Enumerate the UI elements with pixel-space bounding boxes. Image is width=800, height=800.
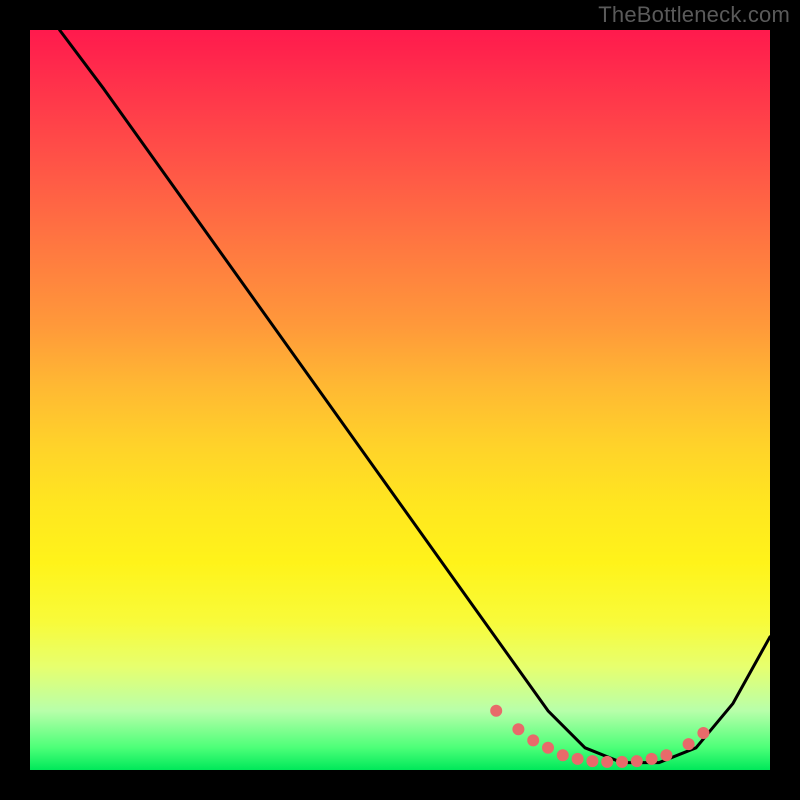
plot-area — [30, 30, 770, 770]
highlight-markers — [490, 705, 709, 768]
marker-dot — [527, 734, 539, 746]
marker-dot — [631, 755, 643, 767]
watermark-text: TheBottleneck.com — [598, 2, 790, 28]
marker-dot — [660, 749, 672, 761]
marker-dot — [572, 753, 584, 765]
marker-dot — [697, 727, 709, 739]
marker-dot — [490, 705, 502, 717]
bottleneck-curve — [60, 30, 770, 763]
marker-dot — [601, 756, 613, 768]
chart-frame: TheBottleneck.com — [0, 0, 800, 800]
marker-dot — [512, 723, 524, 735]
marker-dot — [586, 755, 598, 767]
marker-dot — [557, 749, 569, 761]
marker-dot — [616, 756, 628, 768]
marker-dot — [646, 753, 658, 765]
chart-svg — [30, 30, 770, 770]
marker-dot — [542, 742, 554, 754]
marker-dot — [683, 738, 695, 750]
